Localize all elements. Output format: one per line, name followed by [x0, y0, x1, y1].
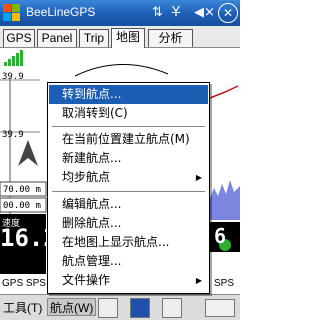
volume-icon[interactable]: ◀×: [194, 4, 215, 22]
tool-icon-3[interactable]: [162, 298, 182, 318]
menu-separator: [52, 126, 205, 127]
command-bar: 工具(T) 航点(W): [0, 294, 240, 320]
elevation-profile: [210, 180, 240, 220]
menu-item-average-waypoint[interactable]: 均步航点 ▶: [49, 168, 208, 187]
signal-icon[interactable]: ⇅: [152, 4, 163, 22]
menu-item-file-operations[interactable]: 文件操作 ▶: [49, 271, 208, 290]
scale-label-top: 39.9: [2, 72, 24, 82]
close-button[interactable]: ✕: [218, 3, 238, 23]
start-menu-icon[interactable]: [3, 4, 21, 22]
menu-item-cancel-goto[interactable]: 取消转到(C): [49, 104, 208, 123]
tools-menu-button[interactable]: 工具(T): [3, 299, 42, 317]
gps-signal-icon: [4, 50, 23, 66]
tool-icon-2[interactable]: [130, 298, 150, 318]
right-readout: 6: [214, 224, 227, 248]
sps-status: SPS: [214, 278, 235, 289]
tab-analysis[interactable]: 分析: [148, 29, 193, 47]
tab-map[interactable]: 地图: [111, 28, 145, 48]
tab-gps[interactable]: GPS: [3, 29, 35, 47]
keyboard-icon[interactable]: [205, 299, 235, 317]
tool-icon-1[interactable]: [98, 298, 118, 318]
app-title: BeeLineGPS: [26, 5, 96, 19]
menu-item-delete-waypoint[interactable]: 删除航点...: [49, 214, 208, 233]
tab-trip[interactable]: Trip: [79, 29, 109, 47]
submenu-arrow-icon: ▶: [195, 173, 202, 182]
scale-label-bottom: 39.9: [2, 130, 24, 140]
distance-readout-2: 00.00 m: [3, 201, 41, 211]
tab-bar: GPS Panel Trip 地图 分析: [0, 26, 240, 48]
menu-item-new-waypoint[interactable]: 新建航点...: [49, 149, 208, 168]
gps-status: GPS SPS: [2, 278, 46, 289]
tab-panel[interactable]: Panel: [37, 29, 77, 47]
menu-item-create-at-current[interactable]: 在当前位置建立航点(M): [49, 130, 208, 149]
menu-item-edit-waypoint[interactable]: 编辑航点...: [49, 195, 208, 214]
submenu-arrow-icon: ▶: [195, 276, 202, 285]
no-signal-icon[interactable]: Y̶: [172, 4, 180, 22]
waypoint-menu-button[interactable]: 航点(W): [47, 298, 97, 316]
distance-readout: 70.00 m: [3, 185, 41, 195]
menu-separator: [52, 191, 205, 192]
menu-item-goto-waypoint[interactable]: 转到航点...: [49, 85, 208, 104]
title-bar: BeeLineGPS ⇅ Y̶ ◀× ✕: [0, 0, 240, 26]
menu-item-show-on-map[interactable]: 在地图上显示航点...: [49, 233, 208, 252]
menu-item-waypoint-manager[interactable]: 航点管理...: [49, 252, 208, 271]
waypoint-menu: 转到航点... 取消转到(C) 在当前位置建立航点(M) 新建航点... 均步航…: [47, 82, 210, 294]
